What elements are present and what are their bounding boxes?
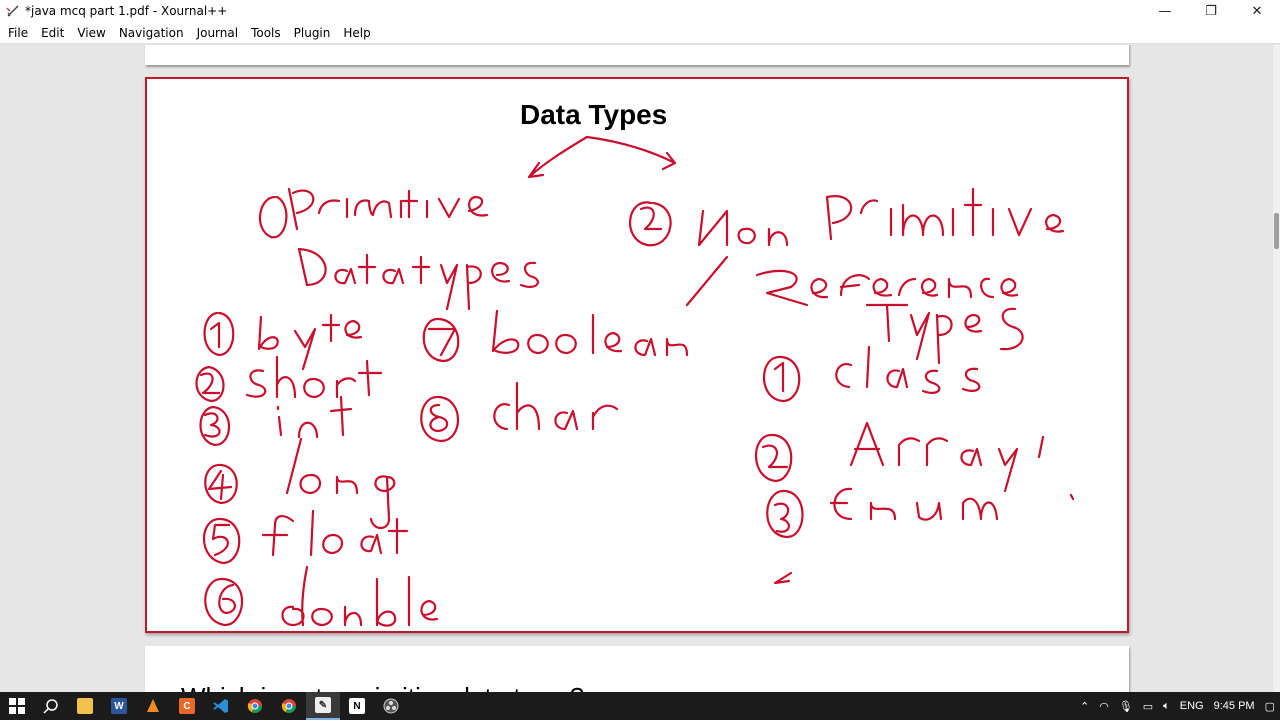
chevron-up-icon[interactable]: ⌃ <box>1080 700 1089 713</box>
word-icon[interactable]: W <box>102 692 136 720</box>
ink-char <box>493 381 619 431</box>
menu-navigation[interactable]: Navigation <box>113 22 190 44</box>
menu-file[interactable]: File <box>2 22 34 44</box>
notion-icon[interactable]: N <box>340 692 374 720</box>
system-tray: ⌃ ◠ 🎙︎ ▭ 🔈︎ ENG 9:45 PM ▢ <box>1075 692 1280 720</box>
ink-types-2 <box>865 303 1024 365</box>
ink-circle-list-3 <box>199 405 230 447</box>
vertical-scrollbar[interactable] <box>1273 45 1280 692</box>
ink-arrow-right <box>585 135 677 171</box>
menu-edit[interactable]: Edit <box>35 22 70 44</box>
obs-icon[interactable] <box>374 692 408 720</box>
ink-slash <box>685 255 729 307</box>
close-button[interactable]: ✕ <box>1234 0 1280 22</box>
ink-arrow-left <box>527 135 589 179</box>
ink-reference <box>755 269 1019 307</box>
ink-int <box>276 395 353 439</box>
current-page[interactable]: Data Types <box>145 77 1129 633</box>
previous-page[interactable] <box>145 45 1129 65</box>
chrome-icon[interactable] <box>238 692 272 720</box>
menu-bar: File Edit View Navigation Journal Tools … <box>0 22 1280 44</box>
file-explorer-icon[interactable] <box>68 692 102 720</box>
ink-circle-list-2 <box>195 365 225 403</box>
ink-circle-list-6 <box>204 577 244 627</box>
ink-circle-list-8 <box>420 395 460 443</box>
language-indicator[interactable]: ENG <box>1180 700 1204 712</box>
ink-circle-2-nonprimitive <box>629 201 672 247</box>
notifications-icon[interactable]: ▢ <box>1265 700 1275 713</box>
ink-non-primitive <box>697 187 1065 247</box>
volume-icon[interactable]: 🔈︎ <box>1163 700 1170 713</box>
minimize-button[interactable]: — <box>1142 0 1188 22</box>
ink-data-types <box>297 247 539 311</box>
document-canvas[interactable]: Data Types <box>0 45 1280 692</box>
ink-boolean <box>491 309 689 357</box>
ink-array <box>849 421 1045 493</box>
xournal-taskbar-icon[interactable]: ✎ <box>306 692 340 720</box>
menu-tools[interactable]: Tools <box>245 22 287 44</box>
ink-stroke-4-start <box>773 571 793 585</box>
battery-icon[interactable]: ▭ <box>1143 700 1153 713</box>
search-icon[interactable] <box>34 692 68 720</box>
ink-circle-np-3 <box>766 489 804 539</box>
ink-circle-np-2 <box>754 433 793 483</box>
orange-app-icon[interactable]: C <box>170 692 204 720</box>
scrollbar-thumb[interactable] <box>1274 213 1279 249</box>
menu-journal[interactable]: Journal <box>191 22 245 44</box>
ink-short <box>245 355 383 399</box>
vscode-icon[interactable] <box>204 692 238 720</box>
restore-button[interactable]: ❐ <box>1188 0 1234 22</box>
windows-start-icon[interactable] <box>0 692 34 720</box>
vlc-icon[interactable] <box>136 692 170 720</box>
window-title: *java mcq part 1.pdf - Xournal++ <box>25 4 228 18</box>
windows-taskbar: W C ✎ N ⌃ ◠ 🎙︎ ▭ 🔈︎ ENG 9:45 PM ▢ <box>0 692 1280 720</box>
ink-circle-1-primitive <box>258 195 288 239</box>
ink-class <box>835 345 981 394</box>
ink-long <box>285 437 396 530</box>
xournal-app-icon <box>5 3 21 19</box>
wifi-icon[interactable]: ◠ <box>1099 700 1109 713</box>
ink-circle-np-1 <box>762 355 801 403</box>
next-page[interactable]: Which is not a primitive data type ? <box>145 646 1129 692</box>
title-bar: *java mcq part 1.pdf - Xournal++ — ❐ ✕ <box>0 0 1280 22</box>
menu-view[interactable]: View <box>71 22 111 44</box>
menu-plugin[interactable]: Plugin <box>288 22 337 44</box>
ink-enum <box>829 487 1075 521</box>
menu-help[interactable]: Help <box>337 22 376 44</box>
ink-float <box>261 509 409 557</box>
ink-circle-list-1 <box>203 311 235 357</box>
ink-circle-list-7 <box>422 317 460 363</box>
chrome-profile-icon[interactable] <box>272 692 306 720</box>
ink-circle-list-4 <box>204 463 238 505</box>
handwritten-ink-layer[interactable] <box>147 79 1127 631</box>
ink-double <box>281 565 439 627</box>
next-page-question: Which is not a primitive data type ? <box>181 682 584 692</box>
ink-byte <box>257 313 363 371</box>
ink-primitive <box>287 187 489 231</box>
clock[interactable]: 9:45 PM <box>1214 700 1255 712</box>
microphone-icon[interactable]: 🎙︎ <box>1119 700 1133 713</box>
ink-circle-list-5 <box>202 517 241 565</box>
